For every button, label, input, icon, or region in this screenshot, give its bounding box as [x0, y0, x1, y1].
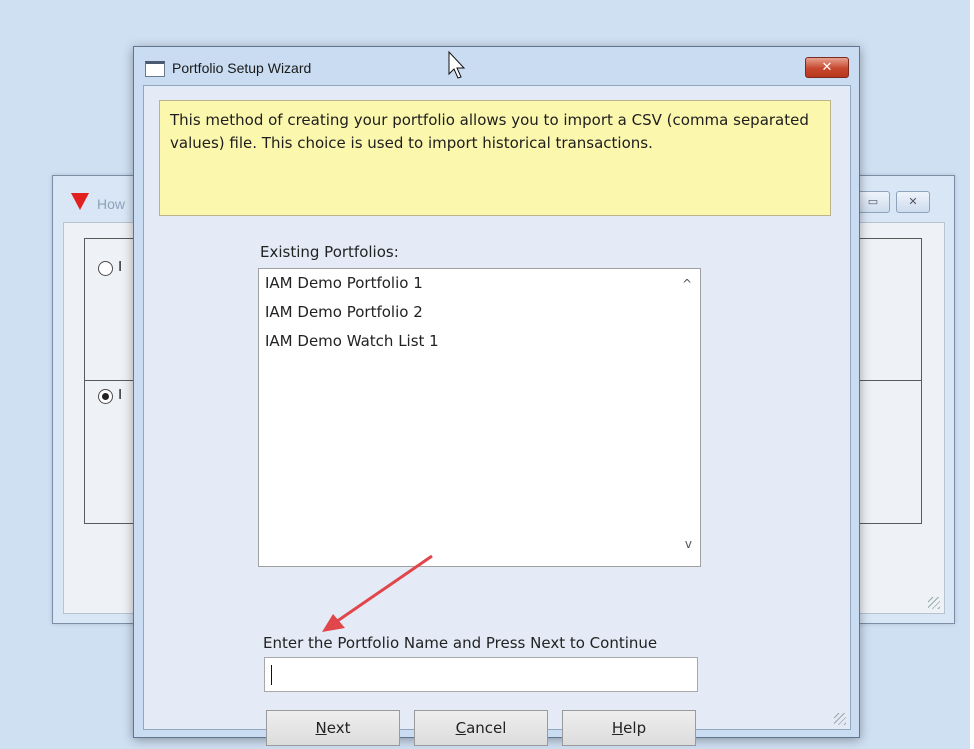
scroll-up-icon[interactable]: ^ — [682, 277, 692, 291]
titlebar[interactable]: Portfolio Setup Wizard ✕ — [134, 47, 859, 85]
list-item[interactable]: IAM Demo Watch List 1 — [265, 332, 439, 350]
option-label-2: I — [118, 386, 123, 403]
dialog-title: Portfolio Setup Wizard — [172, 60, 312, 76]
close-button[interactable]: ✕ — [805, 57, 849, 78]
next-button[interactable]: Next — [266, 710, 400, 746]
portfolio-setup-wizard-dialog: Portfolio Setup Wizard ✕ This method of … — [133, 46, 860, 746]
option-radio-2[interactable] — [98, 389, 113, 404]
list-item[interactable]: IAM Demo Portfolio 1 — [265, 274, 423, 292]
dialog-client: This method of creating your portfolio a… — [143, 85, 851, 746]
info-box: This method of creating your portfolio a… — [159, 100, 831, 216]
help-button-label: elp — [623, 719, 647, 737]
restore-button[interactable]: ▭ — [856, 191, 890, 213]
portfolio-list[interactable]: IAM Demo Portfolio 1 IAM Demo Portfolio … — [258, 268, 701, 567]
background-close-button[interactable]: ✕ — [896, 191, 930, 213]
existing-portfolios-label: Existing Portfolios: — [260, 243, 399, 261]
dialog-resize-grip-icon[interactable] — [834, 713, 846, 725]
help-button[interactable]: Help — [562, 710, 696, 746]
next-button-label: ext — [326, 719, 351, 737]
list-item[interactable]: IAM Demo Portfolio 2 — [265, 303, 423, 321]
option-label-1: I — [118, 258, 123, 275]
cancel-button-accesskey: C — [455, 719, 467, 737]
cancel-button-label: ancel — [466, 719, 507, 737]
help-button-accesskey: H — [611, 719, 624, 737]
portfolio-name-input[interactable] — [264, 657, 698, 692]
option-radio-1[interactable] — [98, 261, 113, 276]
app-logo-icon — [71, 193, 89, 210]
scroll-down-icon[interactable]: v — [685, 537, 692, 551]
portfolio-name-label: Enter the Portfolio Name and Press Next … — [263, 634, 658, 652]
background-window-title: How — [97, 196, 126, 212]
resize-grip-icon[interactable] — [928, 597, 940, 609]
text-caret — [271, 665, 272, 685]
window-icon — [145, 61, 165, 77]
cancel-button[interactable]: Cancel — [414, 710, 548, 746]
next-button-accesskey: N — [315, 719, 327, 737]
